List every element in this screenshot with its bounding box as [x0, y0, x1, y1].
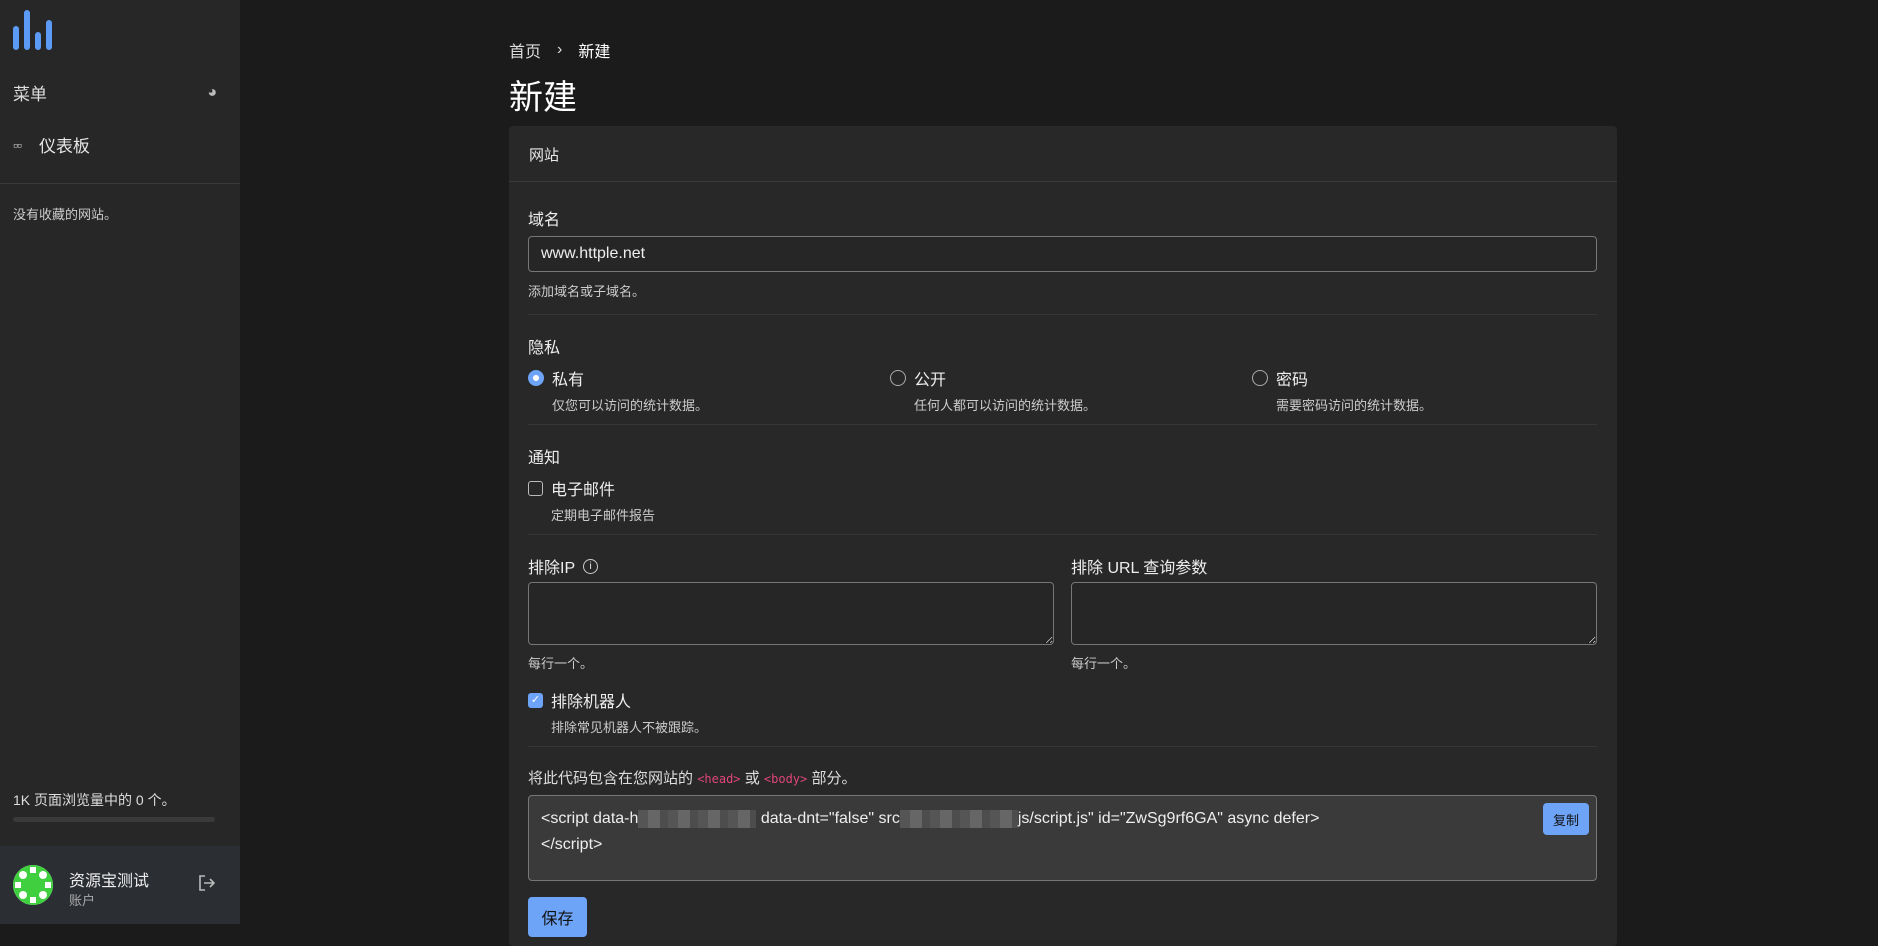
exclude-ip-textarea[interactable]: [528, 582, 1054, 645]
exclude-url-textarea[interactable]: [1071, 582, 1597, 645]
option-desc: 仅您可以访问的统计数据。: [552, 398, 709, 413]
grid-icon: ▫▫: [13, 136, 22, 153]
intro-text: 将此代码包含在您网站的: [528, 770, 694, 787]
logout-icon[interactable]: [197, 874, 216, 897]
redacted-block: [899, 809, 1018, 828]
exclude-bots-checkbox[interactable]: ✓: [528, 692, 543, 708]
avatar: [13, 865, 53, 905]
exclude-ip-header: 排除IP i: [528, 554, 599, 578]
privacy-option-public[interactable]: 公开 任何人都可以访问的统计数据。: [890, 366, 1096, 414]
website-form-card: 网站 域名 添加域名或子域名。 隐私 私有 仅您可以访问的统计数据。 公开 任何…: [509, 126, 1617, 946]
breadcrumb-current: 新建: [578, 44, 611, 61]
card-header: 网站: [509, 126, 1617, 182]
divider: [528, 746, 1597, 747]
head-tag: <head>: [697, 772, 741, 786]
usage-progress: [13, 817, 215, 822]
notify-label: 通知: [528, 450, 561, 467]
exclude-bots-option[interactable]: ✓ 排除机器人 排除常见机器人不被跟踪。: [528, 688, 707, 736]
breadcrumb-home[interactable]: 首页: [509, 38, 541, 62]
redacted-block: [638, 809, 757, 828]
bots-label: 排除机器人: [551, 694, 632, 711]
option-desc: 任何人都可以访问的统计数据。: [914, 398, 1097, 413]
menu-label: 菜单: [13, 85, 47, 104]
option-label: 密码: [1276, 372, 1309, 389]
info-icon[interactable]: i: [583, 558, 599, 574]
code-instructions: 将此代码包含在您网站的 <head> 或 <body> 部分。: [528, 767, 856, 788]
radio-password[interactable]: [1252, 370, 1268, 386]
user-name: 资源宝测试: [69, 873, 150, 890]
code-part: data-dnt="false" src: [760, 810, 900, 827]
code-part: js/script.js" id="ZwSg9rf6GA" async defe…: [1017, 810, 1320, 827]
email-checkbox[interactable]: [528, 480, 543, 496]
dashboard-label: 仪表板: [38, 137, 90, 156]
sidebar-item-dashboard[interactable]: ▫▫ 仪表板: [13, 132, 90, 157]
email-option[interactable]: 电子邮件 定期电子邮件报告: [528, 476, 655, 524]
divider: [528, 424, 1597, 425]
privacy-option-private[interactable]: 私有 仅您可以访问的统计数据。: [528, 366, 708, 414]
radio-public[interactable]: [890, 370, 906, 386]
exclude-url-label: 排除 URL 查询参数: [1071, 560, 1208, 577]
code-part: </script>: [541, 836, 603, 853]
exclude-ip-label: 排除IP: [528, 560, 576, 577]
save-button[interactable]: 保存: [528, 897, 587, 937]
email-desc: 定期电子邮件报告: [551, 508, 656, 523]
breadcrumb: 首页 › 新建: [509, 38, 610, 62]
copy-button[interactable]: 复制: [1543, 803, 1589, 835]
divider: [528, 314, 1597, 315]
no-favorites-text: 没有收藏的网站。: [13, 207, 118, 222]
domain-label: 域名: [528, 212, 561, 229]
exclude-ip-hint: 每行一个。: [528, 656, 594, 671]
divider: [0, 183, 240, 184]
palette-icon[interactable]: ◕: [207, 84, 217, 102]
body-tag: <body>: [763, 772, 808, 786]
radio-private[interactable]: [528, 370, 544, 386]
intro-post: 部分。: [811, 770, 857, 787]
domain-input[interactable]: [528, 236, 1597, 272]
user-panel[interactable]: 资源宝测试 账户: [0, 846, 240, 924]
code-part: <script data-h: [541, 810, 639, 827]
page-title: 新建: [509, 79, 577, 117]
logo-icon[interactable]: [13, 8, 57, 50]
privacy-option-password[interactable]: 密码 需要密码访问的统计数据。: [1252, 366, 1432, 414]
user-role: 账户: [69, 893, 96, 908]
sidebar: 菜单 ◕ ▫▫ 仪表板 没有收藏的网站。 1K 页面浏览量中的 0 个。 资源宝…: [0, 0, 240, 924]
option-desc: 需要密码访问的统计数据。: [1276, 398, 1433, 413]
bots-desc: 排除常见机器人不被跟踪。: [551, 720, 708, 735]
usage-text: 1K 页面浏览量中的 0 个。: [13, 792, 176, 808]
or-text: 或: [744, 770, 760, 787]
option-label: 公开: [914, 372, 947, 389]
exclude-url-hint: 每行一个。: [1071, 656, 1137, 671]
menu-header: 菜单 ◕: [13, 80, 217, 105]
tracking-code-textarea[interactable]: <script data-h data-dnt="false" src js/sc…: [528, 795, 1597, 881]
chevron-right-icon: ›: [557, 41, 563, 58]
domain-hint: 添加域名或子域名。: [528, 284, 646, 299]
privacy-label: 隐私: [528, 340, 561, 357]
email-label: 电子邮件: [551, 482, 616, 499]
divider: [528, 534, 1597, 535]
option-label: 私有: [552, 372, 585, 389]
